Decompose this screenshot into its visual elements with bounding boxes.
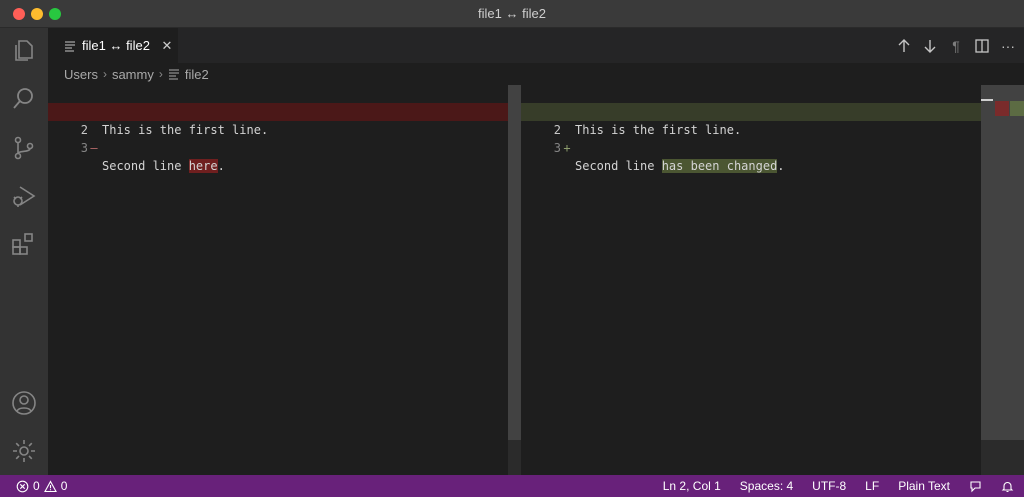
code-line: 3 <box>48 121 508 155</box>
diff-overview-ruler[interactable] <box>981 85 1024 440</box>
account-icon[interactable] <box>10 389 38 417</box>
search-icon[interactable] <box>10 85 38 113</box>
source-control-icon[interactable] <box>10 134 38 162</box>
breadcrumb-folder-sammy[interactable]: sammy <box>112 67 154 82</box>
previous-change-icon[interactable] <box>896 38 912 54</box>
breadcrumb-file[interactable]: file2 <box>185 67 209 82</box>
run-debug-icon[interactable] <box>10 182 38 210</box>
line-number: 3 <box>80 141 88 155</box>
addition-marker: + <box>563 141 571 155</box>
code-line: 3 <box>521 121 981 155</box>
split-editor-icon[interactable] <box>974 38 990 54</box>
status-bar-right: Ln 2, Col 1 Spaces: 4 UTF-8 LF Plain Tex… <box>663 475 1014 497</box>
original-scrollbar[interactable] <box>508 85 521 440</box>
problems-indicator[interactable]: 0 0 <box>16 475 67 497</box>
tab-label: file1 ↔ file2 <box>82 38 150 53</box>
activity-bar <box>0 28 48 475</box>
end-of-line[interactable]: LF <box>865 479 879 493</box>
line-text: Second line here. <box>102 159 225 173</box>
line-number: 3 <box>553 141 561 155</box>
scrollbar-track <box>508 440 521 475</box>
overview-addition-marker <box>1010 101 1024 116</box>
editor-actions: ¶ ··· <box>896 28 1016 63</box>
close-tab-icon[interactable]: ✕ <box>160 38 174 54</box>
warning-count: 0 <box>60 479 68 493</box>
tab-diff[interactable]: file1 ↔ file2 ✕ <box>48 28 178 63</box>
window-title: file1 ↔ file2 <box>478 6 546 21</box>
error-count: 0 <box>33 479 40 493</box>
overview-cursor-marker <box>981 99 993 101</box>
notifications-bell-icon[interactable] <box>1001 480 1014 493</box>
line-text: Second line has been changed. <box>575 159 785 173</box>
code-line: 1 This is the first line. <box>48 85 508 137</box>
file-lines-icon <box>65 41 75 51</box>
status-bar: 0 0 Ln 2, Col 1 Spaces: 4 UTF-8 LF Plain… <box>0 475 1024 497</box>
cursor-position[interactable]: Ln 2, Col 1 <box>663 479 721 493</box>
tab-strip: file1 ↔ file2 ✕ ¶ ··· <box>48 28 1024 63</box>
show-whitespace-icon[interactable]: ¶ <box>948 38 964 54</box>
encoding[interactable]: UTF-8 <box>812 479 846 493</box>
more-actions-icon[interactable]: ··· <box>1000 38 1016 54</box>
modified-editor[interactable]: 1 This is the first line. 2 + Second lin… <box>521 85 1024 475</box>
breadcrumb: Users › sammy › file2 <box>48 63 1024 85</box>
file-lines-icon <box>168 69 179 80</box>
deletion-marker: — <box>90 141 98 155</box>
explorer-icon[interactable] <box>10 36 38 64</box>
added-text: has been changed <box>661 159 778 173</box>
extensions-icon[interactable] <box>10 230 38 258</box>
indentation[interactable]: Spaces: 4 <box>740 479 793 493</box>
deleted-text: here <box>188 159 218 173</box>
chevron-right-icon: › <box>158 67 163 81</box>
next-change-icon[interactable] <box>922 38 938 54</box>
language-mode[interactable]: Plain Text <box>898 479 950 493</box>
feedback-icon[interactable] <box>969 480 982 493</box>
scrollbar-track <box>981 440 1024 475</box>
settings-gear-icon[interactable] <box>10 437 38 465</box>
warning-icon <box>43 479 57 492</box>
title-bar: file1 ↔ file2 <box>0 0 1024 28</box>
overview-deletion-marker <box>995 101 1009 116</box>
error-icon <box>16 480 29 492</box>
chevron-right-icon: › <box>102 67 107 81</box>
deleted-line: 2 — Second line here. <box>48 103 508 173</box>
code-line: 1 This is the first line. <box>521 85 981 137</box>
breadcrumb-folder-users[interactable]: Users <box>64 67 98 82</box>
original-editor[interactable]: 1 This is the first line. 2 — Second lin… <box>48 85 521 475</box>
added-line: 2 + Second line has been changed. <box>521 103 981 173</box>
